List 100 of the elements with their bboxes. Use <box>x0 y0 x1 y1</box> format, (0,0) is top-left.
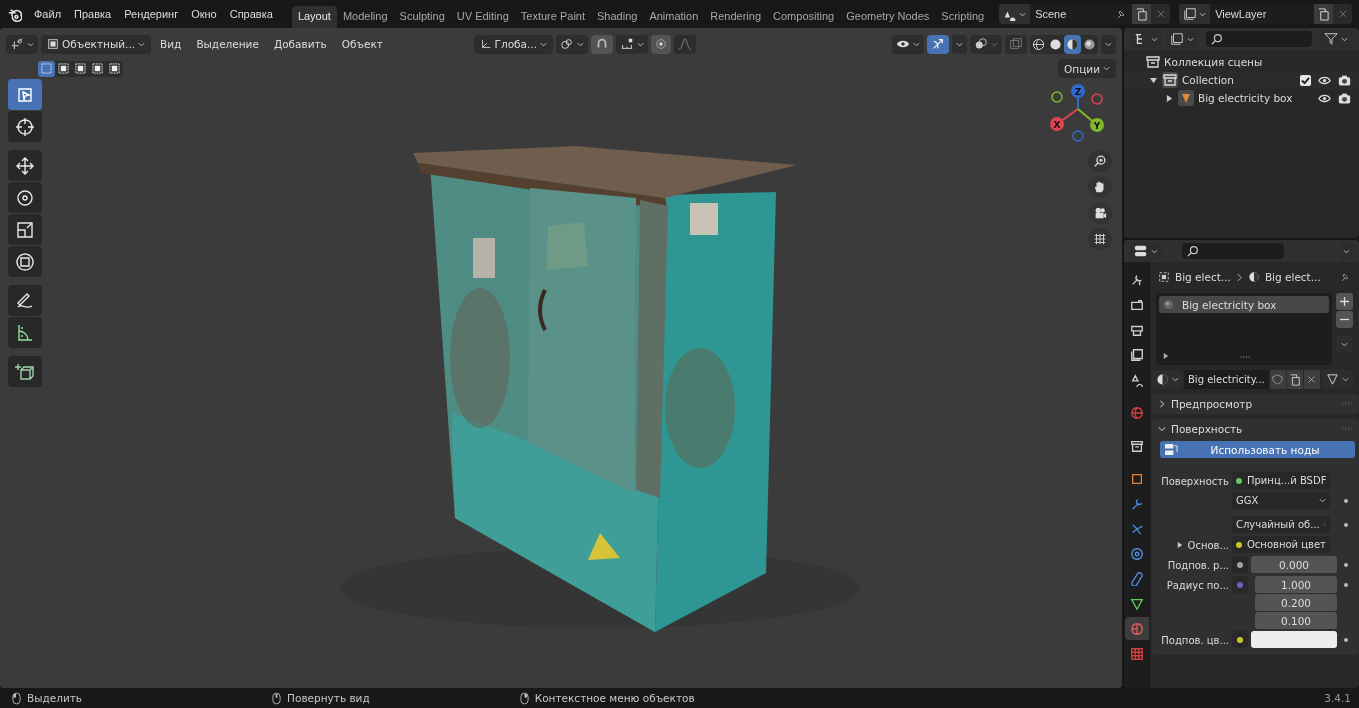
socket-link-button[interactable]: Основной цвет <box>1232 536 1330 553</box>
tool-button[interactable] <box>8 182 42 213</box>
workspace-tab[interactable]: Scripting <box>935 6 991 28</box>
expand-arrow-icon[interactable] <box>1149 76 1157 84</box>
select-mode-button[interactable] <box>72 60 89 77</box>
rotate-icon <box>15 187 35 208</box>
tree-item-label[interactable]: Big electricity box <box>1198 92 1293 104</box>
scene-name-field[interactable]: Scene <box>1030 4 1133 24</box>
tool-button[interactable] <box>8 246 42 277</box>
tool-button[interactable] <box>8 285 42 316</box>
select-mode-icon <box>41 63 52 74</box>
tool-button[interactable] <box>8 356 42 387</box>
browse-material-button[interactable] <box>1152 370 1183 389</box>
workspace-tab[interactable]: Animation <box>643 6 705 28</box>
keyframe-dot-icon[interactable] <box>1344 523 1348 527</box>
panel-header[interactable]: Поверхность <box>1152 419 1359 439</box>
menu-item[interactable]: Выделение <box>190 35 265 53</box>
menu-item[interactable]: Правка <box>68 5 118 23</box>
scene-selector-button[interactable] <box>999 4 1031 24</box>
tool-button[interactable] <box>8 214 42 245</box>
pin-icon[interactable] <box>1339 271 1351 283</box>
search-field[interactable] <box>1182 243 1284 259</box>
keyframe-dot-icon[interactable] <box>1344 583 1348 587</box>
breadcrumb-item: Big elect... <box>1264 271 1321 283</box>
dropdown[interactable]: Случайный об... <box>1232 516 1330 533</box>
select-mode-icon <box>92 63 103 74</box>
camera-icon[interactable] <box>1338 91 1351 105</box>
workspace-tab[interactable]: UV Editing <box>450 6 515 28</box>
workspace-tab[interactable]: Geometry Nodes <box>840 6 936 28</box>
expand-arrow-icon[interactable] <box>1165 94 1173 102</box>
copy-button[interactable] <box>1314 4 1334 24</box>
shapes-icon <box>1130 372 1144 387</box>
material-name-field[interactable]: Big electricity... <box>1184 370 1269 389</box>
menu-item[interactable]: Добавить <box>267 35 333 53</box>
menu-item[interactable]: Объект <box>335 35 389 53</box>
scale-icon <box>15 219 35 240</box>
panel-header[interactable]: Предпросмотр <box>1152 394 1359 414</box>
tree-item-label[interactable]: Collection <box>1182 74 1234 86</box>
keyframe-dot-icon[interactable] <box>1344 499 1348 503</box>
close-button[interactable] <box>1303 370 1320 389</box>
workspace-tab[interactable]: Layout <box>291 6 337 28</box>
dropdown[interactable]: GGX <box>1232 492 1330 509</box>
search-field[interactable] <box>1206 31 1312 47</box>
socket-button[interactable] <box>1232 631 1248 648</box>
workspace-tab[interactable]: Texture Paint <box>514 6 591 28</box>
number-field[interactable]: 0.000 <box>1251 556 1337 573</box>
workspace-tab[interactable]: Modeling <box>336 6 394 28</box>
material-slot-item[interactable]: Big electricity box <box>1159 296 1329 313</box>
keyframe-dot-icon[interactable] <box>1344 638 1348 642</box>
number-field[interactable]: 0.200 <box>1255 594 1337 611</box>
copy-button[interactable] <box>1286 370 1303 389</box>
expand-arrow-icon[interactable] <box>1176 542 1183 548</box>
select-mode-button[interactable] <box>55 60 72 77</box>
menu-item[interactable]: Справка <box>223 5 279 23</box>
blender-logo-icon[interactable] <box>7 6 22 22</box>
copy-button[interactable] <box>1132 4 1152 24</box>
expand-arrow-icon[interactable] <box>1163 353 1169 359</box>
number-field[interactable]: 1.000 <box>1255 576 1337 593</box>
tool-button[interactable] <box>8 111 42 142</box>
tree-item-label[interactable]: Коллекция сцены <box>1164 56 1263 68</box>
use-nodes-button[interactable]: Использовать ноды <box>1160 441 1355 458</box>
tool-button[interactable] <box>8 317 42 348</box>
workspace-tab[interactable]: Shading <box>591 6 644 28</box>
close-icon <box>1337 9 1348 19</box>
square-icon <box>1130 471 1144 486</box>
chevron-down-icon <box>1341 342 1348 347</box>
menu-item[interactable]: Рендеринг <box>118 5 185 23</box>
select-mode-button[interactable] <box>106 60 123 77</box>
resize-grip-icon[interactable] <box>1240 355 1251 359</box>
cursor-icon <box>15 116 35 137</box>
chevron-down-icon <box>1199 11 1207 17</box>
remove-slot-button[interactable] <box>1336 311 1353 328</box>
checkmark-icon <box>1301 75 1310 85</box>
search-icon <box>1187 245 1199 257</box>
workspace-tab[interactable]: Sculpting <box>393 6 451 28</box>
camera-icon[interactable] <box>1338 73 1351 87</box>
socket-link-button[interactable]: Принц...й BSDF <box>1232 472 1331 489</box>
axis-gizmo[interactable]: Z X Y <box>1046 79 1110 143</box>
view-layer-name-field[interactable]: ViewLayer <box>1210 4 1315 24</box>
menu-item[interactable]: Вид <box>154 35 188 53</box>
add-slot-button[interactable] <box>1336 293 1353 310</box>
menu-item[interactable]: Окно <box>185 5 223 23</box>
curve-icon <box>678 37 692 51</box>
chevron-down-icon <box>1342 377 1349 382</box>
property-label: Поверхность <box>1161 475 1229 487</box>
exclude-checkbox[interactable] <box>1300 74 1311 86</box>
socket-button[interactable] <box>1232 556 1248 573</box>
link-mode-button[interactable] <box>1322 370 1353 389</box>
select-mode-button[interactable] <box>89 60 106 77</box>
workspace-tab[interactable]: Rendering <box>704 6 768 28</box>
keyframe-dot-icon[interactable] <box>1344 563 1348 567</box>
menu-item[interactable]: Файл <box>28 5 68 23</box>
options-dropdown[interactable]: Опции <box>1058 59 1116 78</box>
number-field[interactable]: 0.100 <box>1255 612 1337 629</box>
fake-user-button[interactable] <box>1269 370 1286 389</box>
workspace-tab[interactable]: Compositing <box>767 6 841 28</box>
view-layer-selector-button[interactable] <box>1179 4 1211 24</box>
color-swatch[interactable] <box>1251 631 1337 648</box>
sphere-icon <box>1032 37 1045 51</box>
tool-button[interactable] <box>8 150 42 181</box>
